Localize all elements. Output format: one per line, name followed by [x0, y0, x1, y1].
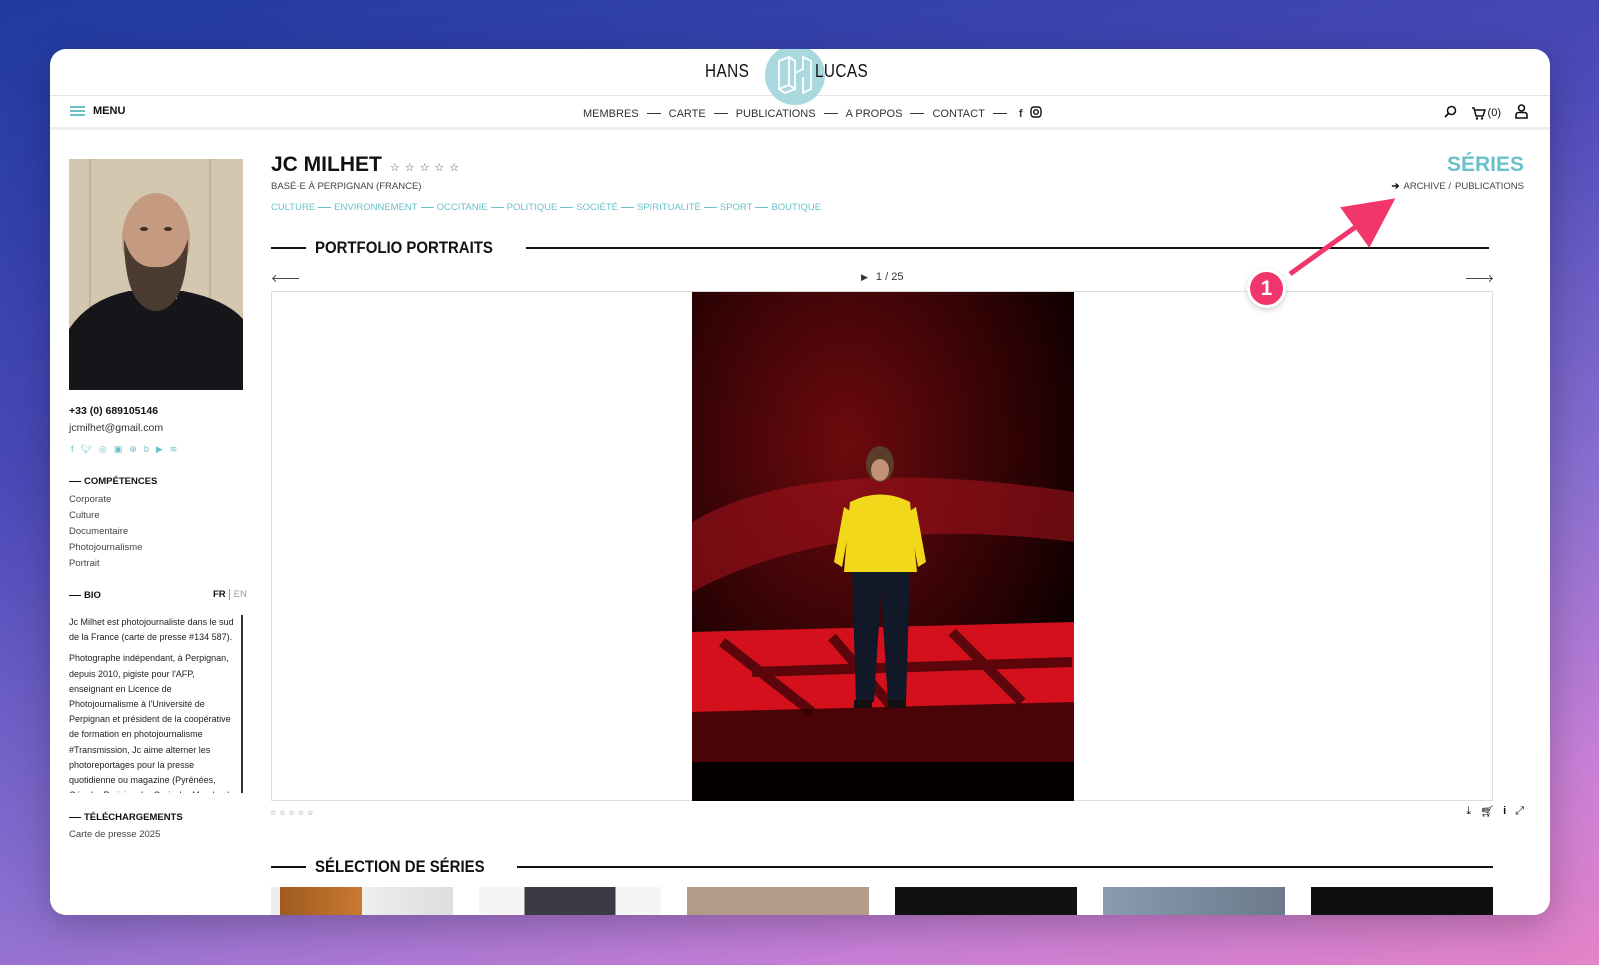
- skill-item[interactable]: Documentaire: [69, 524, 142, 540]
- user-icon[interactable]: [1515, 104, 1528, 122]
- globe-icon[interactable]: ⊕: [129, 444, 137, 455]
- prev-arrow-icon[interactable]: 🡐: [271, 271, 301, 285]
- portfolio-photo[interactable]: [692, 292, 1074, 801]
- bio-title: BIO: [69, 590, 101, 601]
- instagram-icon[interactable]: ◎: [99, 444, 107, 455]
- nav-item-publications[interactable]: PUBLICATIONS: [736, 108, 816, 120]
- cart-icon: [1471, 106, 1486, 120]
- tag-item[interactable]: SPORT: [720, 202, 753, 213]
- tag-item[interactable]: POLITIQUE: [507, 202, 558, 213]
- lang-en[interactable]: EN: [228, 589, 247, 600]
- next-arrow-icon[interactable]: 🡒: [1465, 271, 1495, 285]
- series-thumbnails: [271, 887, 1493, 915]
- phone-number[interactable]: +33 (0) 689105146: [69, 405, 158, 417]
- menu-button[interactable]: MENU: [70, 105, 125, 117]
- fullscreen-icon[interactable]: ⤢: [1515, 805, 1524, 818]
- viewer-controls: 🡐 ▶ 1 / 25 🡒: [271, 271, 1494, 287]
- logo-text-left[interactable]: HANS: [705, 61, 749, 82]
- search-icon[interactable]: [1443, 105, 1457, 121]
- main-nav: MEMBRES CARTE PUBLICATIONS A PROPOS CONT…: [583, 106, 1043, 121]
- bio-paragraph: Jc Milhet est photojournaliste dans le s…: [69, 617, 234, 643]
- linkedin-icon[interactable]: ▣: [114, 444, 123, 455]
- cart-button[interactable]: (0): [1471, 106, 1501, 120]
- nav-item-contact[interactable]: CONTACT: [932, 108, 984, 120]
- facebook-icon[interactable]: f: [71, 444, 74, 455]
- tag-item[interactable]: SPIRITUALITÉ: [637, 202, 701, 213]
- skill-item[interactable]: Portrait: [69, 556, 142, 572]
- selection-heading: SÉLECTION DE SÉRIES: [271, 857, 1493, 877]
- series-subnav: ➔ ARCHIVE / PUBLICATIONS: [1392, 181, 1524, 192]
- portfolio-heading: PORTFOLIO PORTRAITS: [271, 238, 1489, 258]
- arrow-right-icon: ➔: [1391, 181, 1400, 192]
- skills-title: COMPÉTENCES: [69, 476, 157, 487]
- hamburger-icon: [70, 106, 85, 116]
- series-thumbnail[interactable]: [1103, 887, 1285, 915]
- photo-viewer[interactable]: [271, 291, 1493, 801]
- tag-item[interactable]: SOCIÉTÉ: [576, 202, 618, 213]
- download-icon[interactable]: ⤓: [1466, 805, 1471, 818]
- facebook-icon[interactable]: f: [1019, 108, 1023, 120]
- tag-item[interactable]: BOUTIQUE: [771, 202, 821, 213]
- skill-item[interactable]: Corporate: [69, 492, 142, 508]
- profile-photo: [69, 159, 243, 390]
- tag-list: CULTURE ENVIRONNEMENT OCCITANIE POLITIQU…: [271, 202, 821, 213]
- series-thumbnail[interactable]: [1311, 887, 1493, 915]
- photo-rating-stars[interactable]: ☆☆☆☆☆: [270, 809, 316, 817]
- series-thumbnail[interactable]: [271, 887, 453, 915]
- series-heading[interactable]: SÉRIES: [1447, 153, 1524, 177]
- play-icon[interactable]: ▶: [861, 272, 868, 283]
- tag-item[interactable]: ENVIRONNEMENT: [334, 202, 417, 213]
- email-link[interactable]: jcmilhet@gmail.com: [69, 422, 163, 434]
- annotation-badge: 1: [1247, 269, 1286, 308]
- menu-label: MENU: [93, 105, 126, 117]
- nav-bar: MENU MEMBRES CARTE PUBLICATIONS A PROPOS…: [50, 96, 1550, 130]
- downloads-title: TÉLÉCHARGEMENTS: [69, 812, 183, 823]
- language-toggle: FR EN: [213, 589, 247, 600]
- social-links: f 🐦︎ ◎ ▣ ⊕ b ▶ ≋: [71, 444, 177, 455]
- lang-fr[interactable]: FR: [213, 589, 226, 600]
- add-to-cart-icon[interactable]: 🛒︎: [1480, 805, 1494, 818]
- series-thumbnail[interactable]: [687, 887, 869, 915]
- author-name: JC MILHET ☆☆☆☆☆: [271, 153, 465, 176]
- download-link[interactable]: Carte de presse 2025: [69, 829, 160, 840]
- youtube-icon[interactable]: ▶: [156, 444, 163, 455]
- nav-item-carte[interactable]: CARTE: [669, 108, 706, 120]
- behance-icon[interactable]: b: [144, 444, 149, 455]
- skill-item[interactable]: Culture: [69, 508, 142, 524]
- nav-item-a-propos[interactable]: A PROPOS: [846, 108, 903, 120]
- slideshow-counter: ▶ 1 / 25: [861, 271, 904, 283]
- tag-item[interactable]: CULTURE: [271, 202, 315, 213]
- archive-link[interactable]: ARCHIVE /: [1404, 181, 1452, 192]
- rss-icon[interactable]: ≋: [170, 444, 178, 455]
- author-location: BASÉ·E À PERPIGNAN (FRANCE): [271, 181, 422, 192]
- tag-item[interactable]: OCCITANIE: [437, 202, 488, 213]
- bio-text[interactable]: Jc Milhet est photojournaliste dans le s…: [69, 615, 243, 793]
- cart-count: (0): [1487, 107, 1501, 119]
- logo-text-right[interactable]: LUCAS: [815, 61, 868, 82]
- skill-item[interactable]: Photojournalisme: [69, 540, 142, 556]
- logo-bar: HANS LUCAS: [50, 49, 1550, 105]
- skills-list: Corporate Culture Documentaire Photojour…: [69, 492, 142, 572]
- info-icon[interactable]: i: [1503, 805, 1506, 818]
- photo-tools: ⤓ 🛒︎ i ⤢: [1466, 805, 1524, 818]
- instagram-icon[interactable]: [1030, 106, 1043, 121]
- series-thumbnail[interactable]: [895, 887, 1077, 915]
- browser-window: HANS LUCAS MENU MEMBRES CARTE PUBLICATIO…: [50, 49, 1550, 915]
- nav-item-membres[interactable]: MEMBRES: [583, 108, 639, 120]
- series-thumbnail[interactable]: [479, 887, 661, 915]
- nav-right-tools: (0): [1443, 104, 1528, 122]
- twitter-icon[interactable]: 🐦︎: [81, 444, 92, 455]
- publications-link[interactable]: PUBLICATIONS: [1455, 181, 1524, 192]
- rating-stars[interactable]: ☆☆☆☆☆: [390, 161, 464, 174]
- bio-paragraph: Photographe indépendant, à Perpignan, de…: [69, 653, 231, 793]
